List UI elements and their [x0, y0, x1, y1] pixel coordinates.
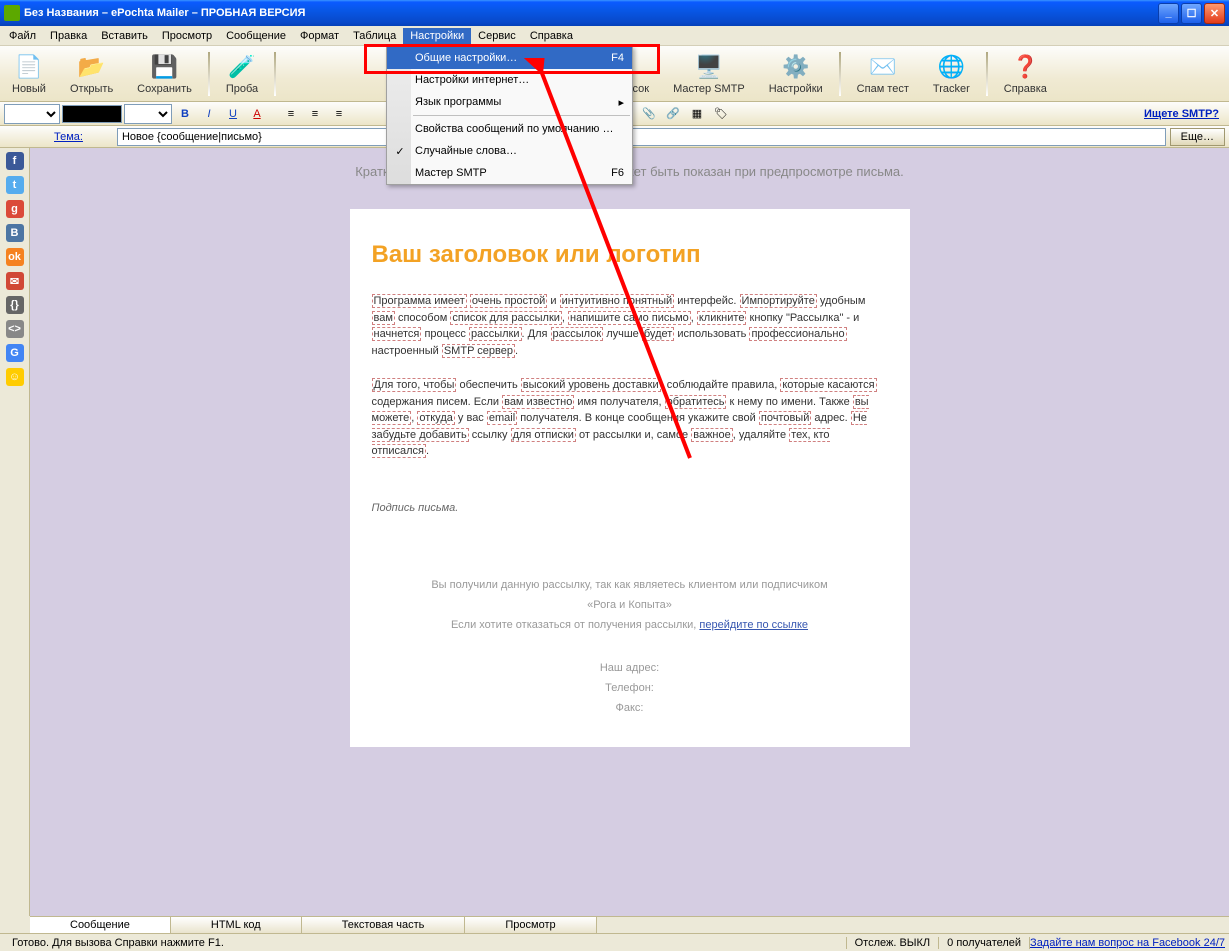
doc-tab-3[interactable]: Просмотр [465, 917, 596, 934]
menu-Общие настройки…[interactable]: Общие настройки…F4 [387, 47, 632, 69]
work-area: ftgBok ✉ {} <> G ☺ Краткое описание сообщения… [0, 148, 1229, 916]
menu-item-1[interactable]: Правка [43, 28, 94, 44]
underline-button[interactable]: U [222, 104, 244, 124]
document-tabs: СообщениеHTML кодТекстовая частьПросмотр [30, 916, 1229, 934]
smtp-search-link[interactable]: Ищете SMTP? [1144, 108, 1225, 120]
more-button[interactable]: Еще… [1170, 128, 1225, 146]
email-paragraph-2: Для того, чтобы обеспечить высокий урове… [372, 377, 888, 460]
toolbar-Настройки[interactable]: ⚙️Настройки [759, 49, 833, 99]
menu-item-6[interactable]: Таблица [346, 28, 403, 44]
footer-line-2: «Рога и Копыта» [372, 596, 888, 616]
menu-item-0[interactable]: Файл [2, 28, 43, 44]
menu-item-2[interactable]: Вставить [94, 28, 155, 44]
menu-item-5[interactable]: Формат [293, 28, 346, 44]
social-icon-7[interactable]: <> [6, 320, 24, 338]
toolbar-icon: 🖥️ [695, 53, 723, 81]
toolbar-icon: 🌐 [937, 53, 965, 81]
maximize-button[interactable]: ☐ [1181, 3, 1202, 24]
toolbar-Проба[interactable]: 🧪Проба [216, 49, 268, 99]
menu-item-9[interactable]: Справка [523, 28, 580, 44]
social-icon-9[interactable]: ☺ [6, 368, 24, 386]
social-icon-8[interactable]: G [6, 344, 24, 362]
app-icon [4, 5, 20, 21]
editor-scroll[interactable]: Краткое описание сообщения. Этот текст м… [30, 148, 1229, 916]
menu-item-8[interactable]: Сервис [471, 28, 523, 44]
social-sidebar: ftgBok ✉ {} <> G ☺ [0, 148, 30, 916]
editor-canvas[interactable]: Краткое описание сообщения. Этот текст м… [30, 148, 1229, 916]
toolbar-Tracker[interactable]: 🌐Tracker [923, 49, 980, 99]
font-color-button[interactable]: A [246, 104, 268, 124]
link-button[interactable]: 🔗 [662, 104, 684, 124]
attach-button[interactable]: 📎 [638, 104, 660, 124]
social-icon-2[interactable]: g [6, 200, 24, 218]
subject-input[interactable] [117, 128, 1166, 146]
menu-Свойства сообщений по умолчанию …[interactable]: Свойства сообщений по умолчанию … [387, 118, 632, 140]
menu-item-3[interactable]: Просмотр [155, 28, 219, 44]
email-signature: Подпись письма. [372, 500, 888, 517]
font-size-combo[interactable] [4, 104, 60, 124]
social-icon-5[interactable]: ✉ [6, 272, 24, 290]
color-swatch[interactable] [62, 105, 122, 123]
toolbar-icon: 🧪 [228, 53, 256, 81]
table-button[interactable]: ▦ [686, 104, 708, 124]
align-center-button[interactable]: ≡ [304, 104, 326, 124]
toolbar-Сохранить[interactable]: 💾Сохранить [127, 49, 202, 99]
footer-line-3: Если хотите отказаться от получения расс… [372, 616, 888, 636]
menu-Мастер SMTP[interactable]: Мастер SMTPF6 [387, 162, 632, 184]
footer-fax: Факс: [372, 699, 888, 719]
menu-item-4[interactable]: Сообщение [219, 28, 293, 44]
doc-tab-1[interactable]: HTML код [171, 917, 302, 934]
menu-Настройки интернет…[interactable]: Настройки интернет… [387, 69, 632, 91]
toolbar-icon: ✉️ [869, 53, 897, 81]
unsubscribe-link[interactable]: перейдите по ссылке [699, 619, 808, 631]
status-bar: Готово. Для вызова Справки нажмите F1. О… [0, 933, 1229, 951]
social-icon-4[interactable]: ok [6, 248, 24, 266]
menu-Случайные слова…[interactable]: ✓Случайные слова… [387, 140, 632, 162]
toolbar-Открыть[interactable]: 📂Открыть [60, 49, 123, 99]
toolbar-icon: ❓ [1011, 53, 1039, 81]
settings-dropdown: Общие настройки…F4Настройки интернет…Язы… [386, 46, 633, 185]
menu-Язык программы[interactable]: Язык программы▸ [387, 91, 632, 113]
style-combo[interactable] [124, 104, 172, 124]
subject-label: Тема: [4, 131, 113, 143]
email-heading: Ваш заголовок или логотип [372, 237, 888, 273]
footer-address: Наш адрес: [372, 659, 888, 679]
social-icon-1[interactable]: t [6, 176, 24, 194]
social-icon-6[interactable]: {} [6, 296, 24, 314]
email-footer: Вы получили данную рассылку, так как явл… [372, 576, 888, 719]
toolbar-icon: 💾 [151, 53, 179, 81]
toolbar-Справка[interactable]: ❓Справка [994, 49, 1057, 99]
status-recipients: 0 получателей [939, 937, 1030, 949]
toolbar-Спам тест[interactable]: ✉️Спам тест [847, 49, 919, 99]
doc-tab-2[interactable]: Текстовая часть [302, 917, 466, 934]
align-left-button[interactable]: ≡ [280, 104, 302, 124]
window-title: Без Названия – ePochta Mailer – ПРОБНАЯ … [24, 7, 305, 19]
tag-button[interactable]: 🏷 [710, 104, 732, 124]
footer-line-1: Вы получили данную рассылку, так как явл… [372, 576, 888, 596]
email-paragraph-1: Программа имеет очень простой и интуитив… [372, 293, 888, 359]
title-bar: Без Названия – ePochta Mailer – ПРОБНАЯ … [0, 0, 1229, 26]
bold-button[interactable]: B [174, 104, 196, 124]
facebook-link[interactable]: Задайте нам вопрос на Facebook 24/7 [1030, 937, 1225, 949]
menu-item-7[interactable]: Настройки [403, 28, 471, 44]
footer-phone: Телефон: [372, 679, 888, 699]
social-icon-0[interactable]: f [6, 152, 24, 170]
toolbar-icon: ⚙️ [782, 53, 810, 81]
toolbar-Новый[interactable]: 📄Новый [2, 49, 56, 99]
toolbar-icon: 📂 [78, 53, 106, 81]
align-right-button[interactable]: ≡ [328, 104, 350, 124]
menu-bar: ФайлПравкаВставитьПросмотрСообщениеФорма… [0, 26, 1229, 46]
close-button[interactable]: ✕ [1204, 3, 1225, 24]
status-tracking: Отслеж. ВЫКЛ [847, 937, 940, 949]
minimize-button[interactable]: _ [1158, 3, 1179, 24]
email-page[interactable]: Ваш заголовок или логотип Программа имее… [350, 209, 910, 747]
toolbar-icon: 📄 [15, 53, 43, 81]
toolbar-Мастер SMTP[interactable]: 🖥️Мастер SMTP [663, 49, 755, 99]
doc-tab-0[interactable]: Сообщение [30, 917, 171, 934]
italic-button[interactable]: I [198, 104, 220, 124]
social-icon-3[interactable]: B [6, 224, 24, 242]
status-ready: Готово. Для вызова Справки нажмите F1. [4, 937, 847, 949]
